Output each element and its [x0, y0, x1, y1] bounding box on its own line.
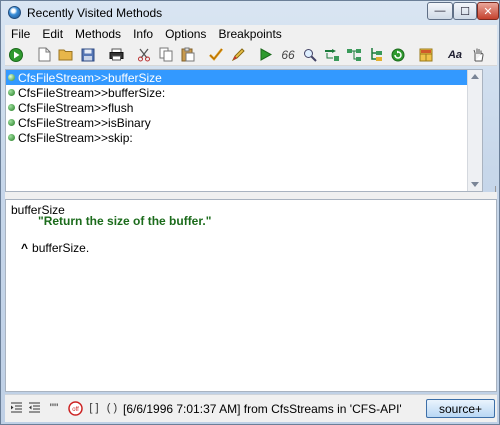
- window-title: Recently Visited Methods: [27, 6, 163, 20]
- method-list-item[interactable]: CfsFileStream>>bufferSize:: [6, 85, 482, 100]
- font-icon[interactable]: Aa: [446, 47, 464, 63]
- outdent-icon[interactable]: [27, 401, 41, 415]
- method-label: CfsFileStream>>bufferSize: [18, 70, 162, 85]
- browser-icon[interactable]: [418, 47, 434, 63]
- indent-icon[interactable]: [9, 401, 23, 415]
- method-public-icon: [8, 89, 15, 96]
- svg-text:off: off: [72, 407, 79, 413]
- refresh-icon[interactable]: [390, 47, 406, 63]
- method-public-icon: [8, 119, 15, 126]
- cut-icon[interactable]: [136, 47, 152, 63]
- menu-breakpoints[interactable]: Breakpoints: [212, 25, 287, 44]
- return-caret: ^: [21, 241, 29, 255]
- method-comment-text: "Return the size of the buffer.": [38, 214, 212, 228]
- method-list-item[interactable]: CfsFileStream>>bufferSize: [6, 70, 482, 85]
- menu-options[interactable]: Options: [159, 25, 212, 44]
- new-file-icon[interactable]: [36, 47, 52, 63]
- method-public-icon: [8, 134, 15, 141]
- tree-icon[interactable]: [368, 47, 384, 63]
- quote-icon[interactable]: "": [47, 401, 61, 415]
- method-list-item[interactable]: CfsFileStream>>skip:: [6, 130, 482, 145]
- method-list-scrollbar[interactable]: [467, 70, 482, 191]
- copy-icon[interactable]: [158, 47, 174, 63]
- paste-icon[interactable]: [180, 47, 196, 63]
- method-public-icon: [8, 74, 15, 81]
- menu-methods[interactable]: Methods: [69, 25, 127, 44]
- app-window: Recently Visited Methods — ☐ ✕ File Edit…: [0, 0, 500, 425]
- method-label: CfsFileStream>>skip:: [18, 130, 133, 145]
- step-into-icon[interactable]: [324, 47, 340, 63]
- hierarchy-icon[interactable]: [346, 47, 362, 63]
- method-info-text: [6/6/1996 7:01:37 AM] from CfsStreams in…: [123, 402, 402, 416]
- method-list-item[interactable]: CfsFileStream>>flush: [6, 100, 482, 115]
- print-icon[interactable]: [108, 47, 124, 63]
- close-button[interactable]: ✕: [477, 2, 499, 20]
- status-bar: "" off [ ] ( ) [6/6/1996 7:01:37 AM] fro…: [5, 394, 497, 422]
- play-icon[interactable]: [258, 47, 274, 63]
- check-icon[interactable]: [208, 47, 224, 63]
- method-label: CfsFileStream>>flush: [18, 100, 134, 115]
- menu-edit[interactable]: Edit: [36, 25, 69, 44]
- toolbar: 66 Aa: [5, 44, 497, 66]
- save-icon[interactable]: [80, 47, 96, 63]
- hand-icon[interactable]: [470, 47, 486, 63]
- return-expression: bufferSize.: [32, 241, 90, 255]
- method-list[interactable]: CfsFileStream>>bufferSize CfsFileStream>…: [5, 69, 483, 192]
- method-label: CfsFileStream>>isBinary: [18, 115, 151, 130]
- menu-bar: File Edit Methods Info Options Breakpoin…: [5, 25, 497, 44]
- source-button[interactable]: source+: [426, 399, 495, 418]
- brackets-icon[interactable]: [ ]: [87, 401, 101, 415]
- run-icon[interactable]: [8, 47, 24, 63]
- maximize-button[interactable]: ☐: [453, 2, 477, 20]
- parens-icon[interactable]: ( ): [105, 401, 119, 415]
- breakpoint-icon[interactable]: off: [67, 400, 83, 416]
- open-folder-icon[interactable]: [58, 47, 74, 63]
- title-bar[interactable]: Recently Visited Methods — ☐ ✕: [1, 1, 499, 25]
- minimize-button[interactable]: —: [427, 2, 453, 20]
- app-icon: [8, 6, 21, 19]
- method-label: CfsFileStream>>bufferSize:: [18, 85, 166, 100]
- method-public-icon: [8, 104, 15, 111]
- method-list-item[interactable]: CfsFileStream>>isBinary: [6, 115, 482, 130]
- search-icon[interactable]: [302, 47, 318, 63]
- menu-info[interactable]: Info: [127, 25, 159, 44]
- menu-file[interactable]: File: [5, 25, 36, 44]
- scroll-up-icon[interactable]: [471, 74, 479, 79]
- pen-icon[interactable]: [230, 47, 246, 63]
- return-statement: ^ bufferSize.: [21, 241, 89, 255]
- scroll-down-icon[interactable]: [471, 182, 479, 187]
- inspect-icon[interactable]: 66: [280, 47, 296, 63]
- pane-divider[interactable]: [5, 192, 497, 199]
- source-editor[interactable]: bufferSize "Return the size of the buffe…: [5, 199, 497, 392]
